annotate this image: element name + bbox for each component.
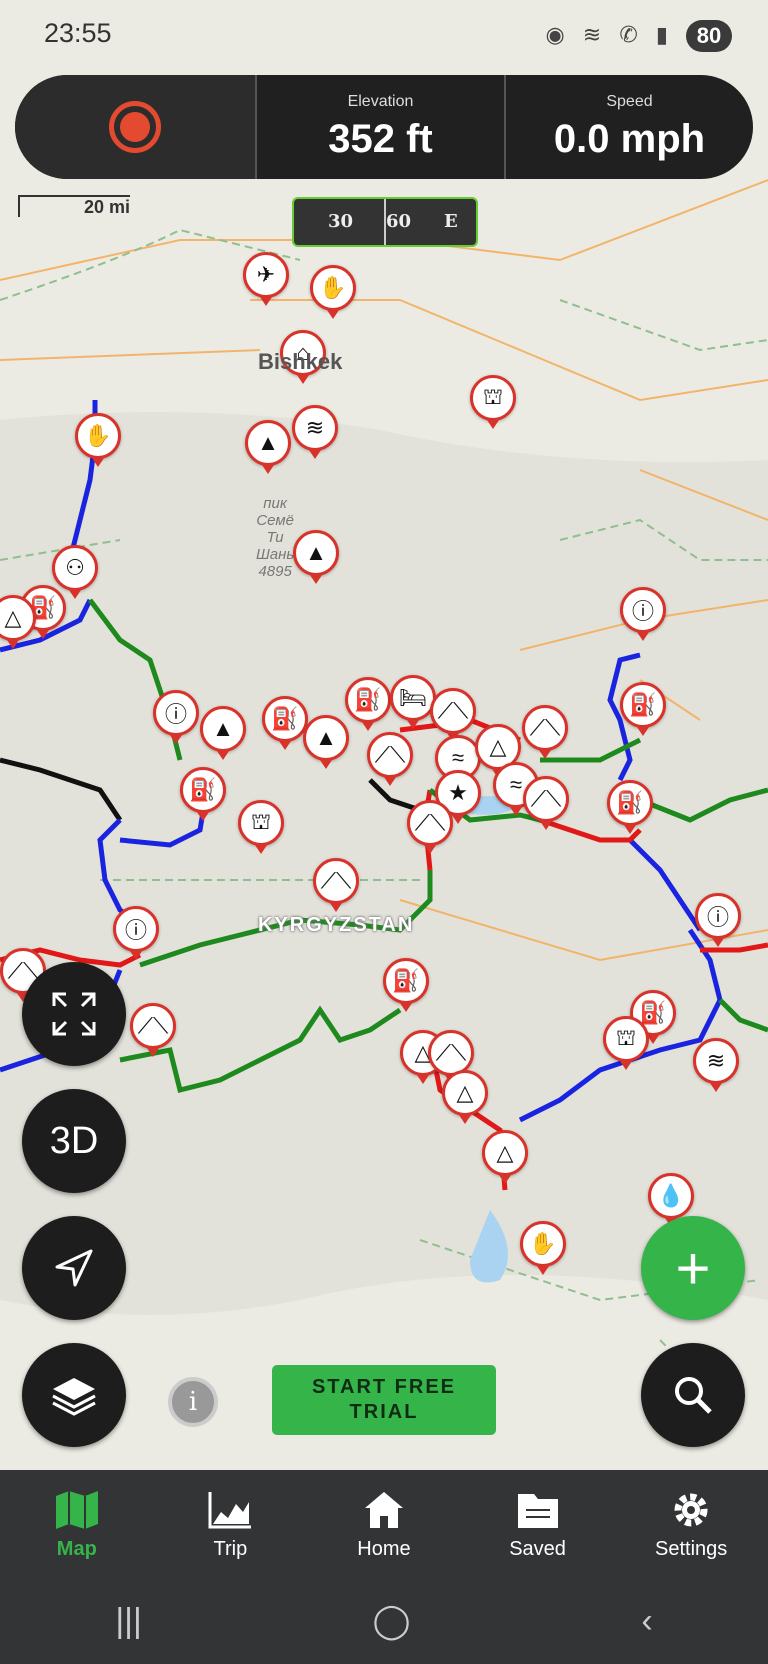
compass-tick-60: 60 <box>386 211 412 232</box>
viewpoint-icon[interactable]: ⚇ <box>52 545 98 599</box>
info-icon[interactable]: ⓘ <box>153 690 199 744</box>
fuel-icon[interactable]: ⛽ <box>345 677 391 731</box>
record-icon <box>109 101 161 153</box>
locate-button[interactable] <box>22 1216 126 1320</box>
camp-icon[interactable]: △ <box>442 1070 488 1124</box>
checkpoint-icon[interactable]: ✋ <box>520 1221 566 1275</box>
layers-icon <box>52 1378 96 1416</box>
road-icon[interactable]: ⟋⟍ <box>130 1003 176 1057</box>
home-icon <box>364 1491 403 1528</box>
road-icon[interactable]: ⟋⟍ <box>407 800 453 854</box>
peak-icon[interactable]: ▲ <box>245 420 291 474</box>
nav-map[interactable]: Map <box>0 1470 154 1578</box>
search-button[interactable] <box>641 1343 745 1447</box>
nav-home[interactable]: Home <box>307 1470 461 1578</box>
scale-label: 20 mi <box>83 197 130 217</box>
road-icon[interactable]: ⟋⟍ <box>313 858 359 912</box>
add-button[interactable]: + <box>641 1216 745 1320</box>
map-canvas[interactable]: 23:55 ◉ ≋ ✆ ▮ 80 Elevation 352 ft Speed … <box>0 0 768 1470</box>
compass-tick-30: 30 <box>328 211 354 232</box>
home-circle-icon[interactable]: ◯ <box>373 1601 411 1641</box>
nav-map-label: Map <box>56 1537 97 1560</box>
nav-trip[interactable]: Trip <box>154 1470 308 1578</box>
gear-icon <box>674 1493 708 1526</box>
road-icon[interactable]: ⟋⟍ <box>367 732 413 786</box>
fullscreen-icon <box>52 992 96 1036</box>
start-free-trial-button[interactable]: START FREE TRIAL <box>272 1365 496 1435</box>
compass-tick-e: E <box>444 211 458 232</box>
elevation-value: 352 ft <box>328 116 433 161</box>
road-icon[interactable]: ⟋⟍ <box>428 1030 474 1084</box>
system-nav-bar: ||| ◯ ‹ <box>0 1578 768 1664</box>
checkpoint-icon[interactable]: ✋ <box>310 265 356 319</box>
nav-saved[interactable]: Saved <box>461 1470 615 1578</box>
road-icon[interactable]: ⟋⟍ <box>523 776 569 830</box>
scale-bar: 20 mi <box>18 195 130 217</box>
fuel-icon[interactable]: ⛽ <box>620 682 666 736</box>
nav-trip-label: Trip <box>213 1537 248 1560</box>
water-icon[interactable]: 💧 <box>648 1173 694 1227</box>
camp-icon[interactable]: △ <box>482 1130 528 1184</box>
speed-readout: Speed 0.0 mph <box>504 75 753 179</box>
city-label: Bishkek <box>258 349 343 374</box>
country-label: KYRGYZSTAN <box>258 914 415 936</box>
map-info-button[interactable]: i <box>168 1377 218 1427</box>
peak-icon[interactable]: ▲ <box>200 706 246 760</box>
fullscreen-button[interactable] <box>22 962 126 1066</box>
map-icon <box>55 1490 98 1529</box>
compass-strip[interactable]: 30 60 E <box>292 197 478 247</box>
recent-apps-icon[interactable]: ||| <box>115 1602 142 1641</box>
speed-value: 0.0 mph <box>553 116 706 161</box>
info-icon[interactable]: ⓘ <box>620 587 666 641</box>
waterfall-icon[interactable]: ≋ <box>292 405 338 459</box>
info-icon[interactable]: ⓘ <box>695 893 741 947</box>
ruins-icon[interactable]: ⛫ <box>470 375 516 429</box>
trip-hud: Elevation 352 ft Speed 0.0 mph <box>15 75 753 179</box>
back-icon[interactable]: ‹ <box>641 1602 652 1641</box>
peak-name-label: пик Семё Ти Шань 4895 <box>256 495 295 580</box>
ruins-icon[interactable]: ⛫ <box>603 1016 649 1070</box>
fuel-icon[interactable]: ⛽ <box>383 958 429 1012</box>
nav-settings-label: Settings <box>655 1537 728 1560</box>
nav-saved-label: Saved <box>509 1537 566 1560</box>
elevation-readout: Elevation 352 ft <box>255 75 504 179</box>
waterfall-icon[interactable]: ≋ <box>693 1038 739 1092</box>
fuel-icon[interactable]: ⛽ <box>262 696 308 750</box>
elevation-label: Elevation <box>347 92 414 110</box>
road-icon[interactable]: ⟋⟍ <box>430 688 476 742</box>
3d-button[interactable]: 3D <box>22 1089 126 1193</box>
peak-icon[interactable]: ▲ <box>303 715 349 769</box>
speed-label: Speed <box>606 92 653 110</box>
ruins-icon[interactable]: ⛫ <box>238 800 284 854</box>
chart-icon <box>208 1491 252 1528</box>
layers-button[interactable] <box>22 1343 126 1447</box>
nav-settings[interactable]: Settings <box>614 1470 768 1578</box>
status-bar: 23:55 ◉ ≋ ✆ ▮ 80 <box>0 0 768 70</box>
peak-icon[interactable]: ▲ <box>293 530 339 584</box>
fuel-icon[interactable]: ⛽ <box>180 767 226 821</box>
fuel-icon[interactable]: ⛽ <box>607 780 653 834</box>
battery-badge: 80 <box>686 20 732 52</box>
nav-home-label: Home <box>357 1537 411 1560</box>
lodging-icon[interactable]: 🛏 <box>390 675 436 729</box>
status-icons: ◉ ≋ ✆ ▮ <box>545 22 674 47</box>
airport-icon[interactable]: ✈ <box>243 252 289 306</box>
search-icon <box>675 1377 712 1414</box>
bottom-nav: Map Trip Home Saved Settings <box>0 1470 768 1578</box>
clock: 23:55 <box>44 18 112 48</box>
record-button[interactable] <box>15 75 255 179</box>
road-icon[interactable]: ⟋⟍ <box>522 705 568 759</box>
navigation-arrow-icon <box>55 1249 93 1287</box>
checkpoint-icon[interactable]: ✋ <box>75 413 121 467</box>
info-icon[interactable]: ⓘ <box>113 906 159 960</box>
folder-icon <box>517 1493 558 1528</box>
